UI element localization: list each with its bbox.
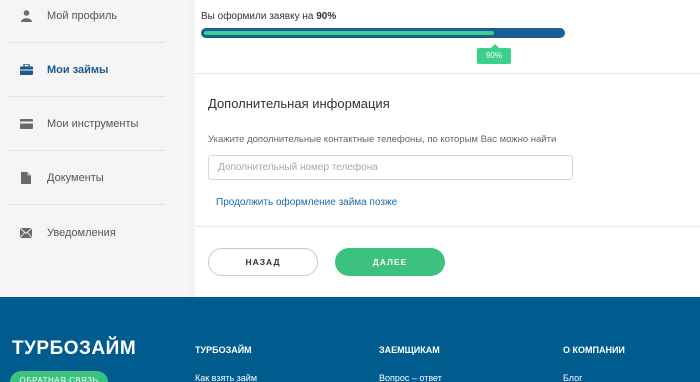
footer: ТУРБОЗАЙМ ОБРАТНАЯ СВЯЗЬ ТУРБОЗАЙМ Как в…: [0, 297, 700, 382]
feedback-button[interactable]: ОБРАТНАЯ СВЯЗЬ: [10, 371, 108, 382]
sidebar-item-tools[interactable]: Мои инструменты: [8, 97, 165, 151]
progress-prefix: Вы оформили заявку на: [201, 11, 314, 22]
footer-link[interactable]: Вопрос – ответ: [379, 373, 442, 382]
footer-link[interactable]: Блог: [563, 373, 582, 382]
briefcase-icon: [19, 63, 33, 77]
sidebar-item-label: Уведомления: [47, 227, 116, 239]
sidebar-item-notifications[interactable]: Уведомления: [8, 206, 165, 260]
back-button[interactable]: НАЗАД: [208, 248, 318, 276]
document-icon: [19, 171, 33, 185]
divider: [195, 226, 700, 227]
sidebar-item-documents[interactable]: Документы: [8, 151, 165, 205]
phone-hint: Укажите дополнительные контактные телефо…: [208, 134, 557, 145]
progress-title: Вы оформили заявку на 90%: [201, 11, 336, 22]
divider: [195, 73, 700, 74]
sidebar-item-loans[interactable]: Мои займы: [8, 43, 165, 97]
section-title: Дополнительная информация: [208, 96, 390, 111]
footer-column-title: ТУРБОЗАЙМ: [195, 345, 252, 355]
sidebar: Мой профиль Мои займы Мои инструменты До…: [0, 0, 190, 297]
main-panel: Вы оформили заявку на 90% 90% Дополнител…: [195, 0, 700, 297]
footer-logo[interactable]: ТУРБОЗАЙМ: [12, 338, 136, 360]
sidebar-item-profile[interactable]: Мой профиль: [8, 0, 165, 43]
additional-phone-input[interactable]: [208, 155, 573, 180]
card-icon: [19, 117, 33, 131]
sidebar-item-label: Документы: [47, 171, 104, 184]
progress-badge: 90%: [477, 44, 511, 64]
footer-column-title: ЗАЕМЩИКАМ: [379, 345, 440, 355]
progress-fill: [204, 31, 494, 35]
footer-link[interactable]: Как взять займ: [195, 373, 257, 382]
user-icon: [19, 9, 33, 23]
progress-percent: 90%: [316, 11, 337, 22]
sidebar-item-label: Мои инструменты: [47, 117, 139, 130]
footer-column-title: О КОМПАНИИ: [563, 345, 625, 355]
next-button[interactable]: ДАЛЕЕ: [335, 248, 445, 276]
envelope-icon: [19, 226, 33, 240]
sidebar-item-label: Мой профиль: [47, 9, 118, 22]
progress-bar: [201, 28, 565, 38]
sidebar-item-label: Мои займы: [47, 63, 109, 76]
continue-later-link[interactable]: Продолжить оформление займа позже: [216, 197, 397, 208]
